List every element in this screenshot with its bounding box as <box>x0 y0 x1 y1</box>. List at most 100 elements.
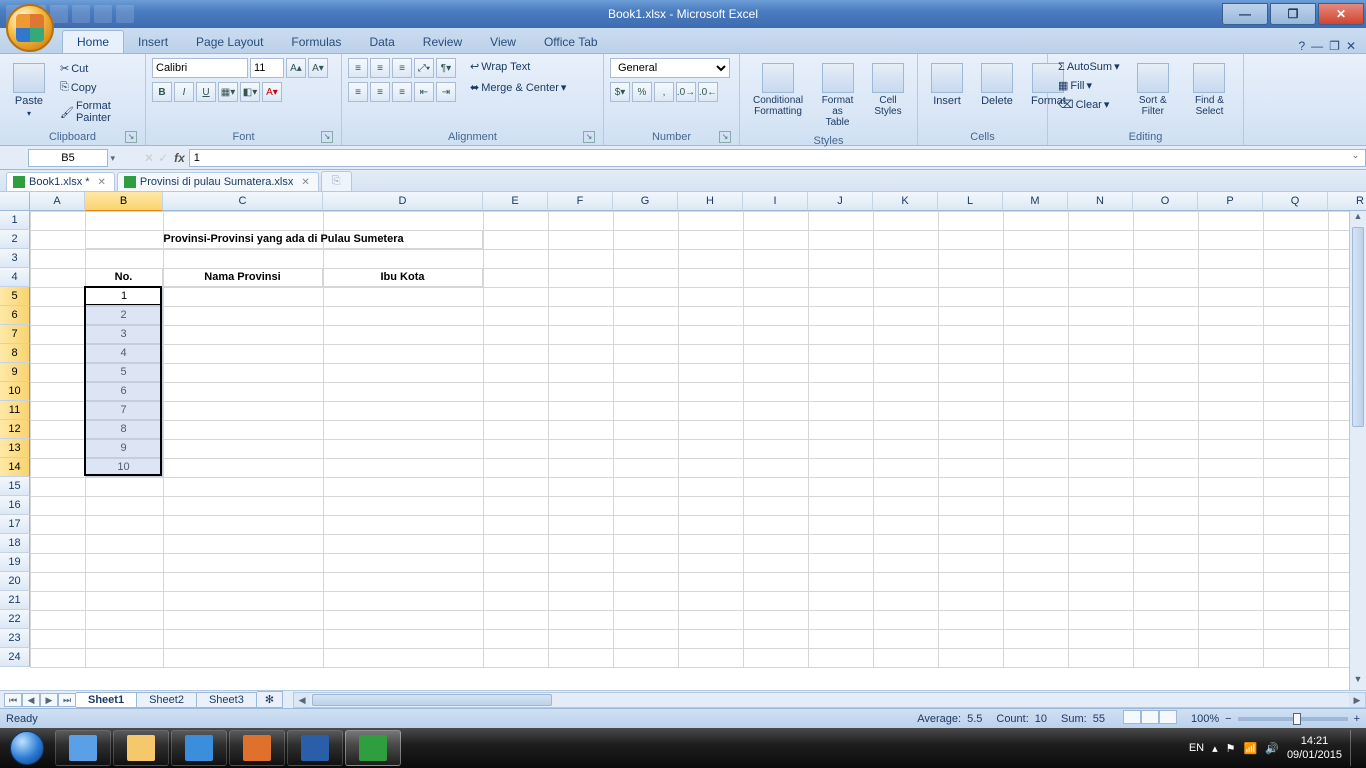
row-header-16[interactable]: 16 <box>0 496 30 515</box>
dialog-launcher-icon[interactable]: ↘ <box>125 131 137 143</box>
text-direction-button[interactable]: ¶▾ <box>436 58 456 78</box>
chevron-down-icon[interactable]: ▾ <box>108 153 115 163</box>
column-header-D[interactable]: D <box>323 192 483 211</box>
row-header-10[interactable]: 10 <box>0 382 30 401</box>
format-painter-button[interactable]: 🖌Format Painter <box>56 98 139 126</box>
tab-office-tab[interactable]: Office Tab <box>530 31 612 53</box>
zoom-in-button[interactable]: + <box>1354 713 1360 725</box>
row-header-8[interactable]: 8 <box>0 344 30 363</box>
merge-center-button[interactable]: ⬌Merge & Center▾ <box>466 79 570 96</box>
cell-B6[interactable]: 2 <box>85 306 163 325</box>
taskbar-ie[interactable] <box>171 730 227 766</box>
row-header-9[interactable]: 9 <box>0 363 30 382</box>
select-all-corner[interactable] <box>0 192 30 211</box>
tab-data[interactable]: Data <box>355 31 408 53</box>
sheet-tab-2[interactable]: Sheet2 <box>137 692 197 708</box>
grow-font-button[interactable]: A▴ <box>286 58 306 78</box>
close-workbook-icon[interactable]: ✕ <box>1346 39 1356 53</box>
underline-button[interactable]: U <box>196 82 216 102</box>
doc-tab-book1[interactable]: Book1.xlsx *✕ <box>6 172 115 191</box>
row-header-14[interactable]: 14 <box>0 458 30 477</box>
align-bottom-button[interactable]: ≡ <box>392 58 412 78</box>
close-tab-icon[interactable]: ✕ <box>301 177 309 188</box>
column-header-J[interactable]: J <box>808 192 873 211</box>
cell-C4[interactable]: Nama Provinsi <box>163 268 323 287</box>
volume-icon[interactable]: 🔊 <box>1265 742 1279 755</box>
column-header-C[interactable]: C <box>163 192 323 211</box>
align-top-button[interactable]: ≡ <box>348 58 368 78</box>
column-header-P[interactable]: P <box>1198 192 1263 211</box>
close-tab-icon[interactable]: ✕ <box>98 177 106 188</box>
taskbar-word[interactable] <box>287 730 343 766</box>
scroll-right-icon[interactable]: ▶ <box>1349 693 1365 707</box>
delete-cells-button[interactable]: Delete <box>974 58 1020 112</box>
name-box[interactable] <box>28 149 108 167</box>
paste-button[interactable]: Paste ▾ <box>6 58 52 123</box>
tab-insert[interactable]: Insert <box>124 31 182 53</box>
new-icon[interactable] <box>94 5 112 23</box>
row-header-19[interactable]: 19 <box>0 553 30 572</box>
open-icon[interactable] <box>72 5 90 23</box>
align-left-button[interactable]: ≡ <box>348 82 368 102</box>
cancel-formula-icon[interactable]: ✕ <box>144 151 154 165</box>
prev-sheet-button[interactable]: ◀ <box>22 693 40 707</box>
last-sheet-button[interactable]: ⏭ <box>58 693 76 707</box>
font-name-input[interactable] <box>152 58 248 78</box>
normal-view-button[interactable] <box>1123 710 1141 724</box>
minimize-ribbon-icon[interactable]: — <box>1311 39 1323 53</box>
taskbar-libraries[interactable] <box>55 730 111 766</box>
dialog-launcher-icon[interactable]: ↘ <box>719 131 731 143</box>
row-header-17[interactable]: 17 <box>0 515 30 534</box>
column-header-I[interactable]: I <box>743 192 808 211</box>
language-indicator[interactable]: EN <box>1189 742 1204 754</box>
row-header-20[interactable]: 20 <box>0 572 30 591</box>
page-layout-view-button[interactable] <box>1141 710 1159 724</box>
scroll-up-icon[interactable]: ▲ <box>1350 211 1366 227</box>
row-header-2[interactable]: 2 <box>0 230 30 249</box>
column-header-A[interactable]: A <box>30 192 85 211</box>
cell-D4[interactable]: Ibu Kota <box>323 268 483 287</box>
tab-page-layout[interactable]: Page Layout <box>182 31 277 53</box>
cell-B14[interactable]: 10 <box>85 458 163 477</box>
scroll-left-icon[interactable]: ◀ <box>294 693 310 707</box>
find-select-button[interactable]: Find & Select <box>1182 58 1237 122</box>
tab-home[interactable]: Home <box>62 30 124 53</box>
font-color-button[interactable]: A▾ <box>262 82 282 102</box>
column-header-K[interactable]: K <box>873 192 938 211</box>
sheet-tab-3[interactable]: Sheet3 <box>197 692 257 708</box>
column-header-H[interactable]: H <box>678 192 743 211</box>
row-header-21[interactable]: 21 <box>0 591 30 610</box>
clear-button[interactable]: ⌫Clear▾ <box>1054 96 1124 113</box>
cut-button[interactable]: ✂Cut <box>56 60 139 77</box>
cell-B4[interactable]: No. <box>85 268 163 287</box>
row-header-4[interactable]: 4 <box>0 268 30 287</box>
format-as-table-button[interactable]: Format as Table <box>814 58 861 133</box>
bold-button[interactable]: B <box>152 82 172 102</box>
conditional-formatting-button[interactable]: Conditional Formatting <box>746 58 810 122</box>
start-button[interactable] <box>0 728 54 768</box>
row-header-5[interactable]: 5 <box>0 287 30 306</box>
scroll-down-icon[interactable]: ▼ <box>1350 674 1366 690</box>
increase-indent-button[interactable]: ⇥ <box>436 82 456 102</box>
cell-B10[interactable]: 6 <box>85 382 163 401</box>
decrease-indent-button[interactable]: ⇤ <box>414 82 434 102</box>
dialog-launcher-icon[interactable]: ↘ <box>583 131 595 143</box>
formula-input[interactable] <box>189 149 1346 167</box>
sheet-tab-1[interactable]: Sheet1 <box>76 692 137 708</box>
doc-tab-provinsi[interactable]: Provinsi di pulau Sumatera.xlsx✕ <box>117 172 319 191</box>
autosum-button[interactable]: ΣAutoSum▾ <box>1054 58 1124 75</box>
page-break-view-button[interactable] <box>1159 710 1177 724</box>
tab-formulas[interactable]: Formulas <box>277 31 355 53</box>
zoom-slider[interactable] <box>1238 717 1348 721</box>
taskbar-explorer[interactable] <box>113 730 169 766</box>
cell-B11[interactable]: 7 <box>85 401 163 420</box>
cell-B8[interactable]: 4 <box>85 344 163 363</box>
clock[interactable]: 14:21 09/01/2015 <box>1287 734 1342 762</box>
next-sheet-button[interactable]: ▶ <box>40 693 58 707</box>
fx-icon[interactable]: fx <box>174 151 185 165</box>
minimize-button[interactable]: — <box>1222 3 1268 25</box>
taskbar-excel[interactable] <box>345 730 401 766</box>
row-header-24[interactable]: 24 <box>0 648 30 667</box>
font-size-input[interactable] <box>250 58 284 78</box>
orientation-button[interactable]: ⤢▾ <box>414 58 434 78</box>
